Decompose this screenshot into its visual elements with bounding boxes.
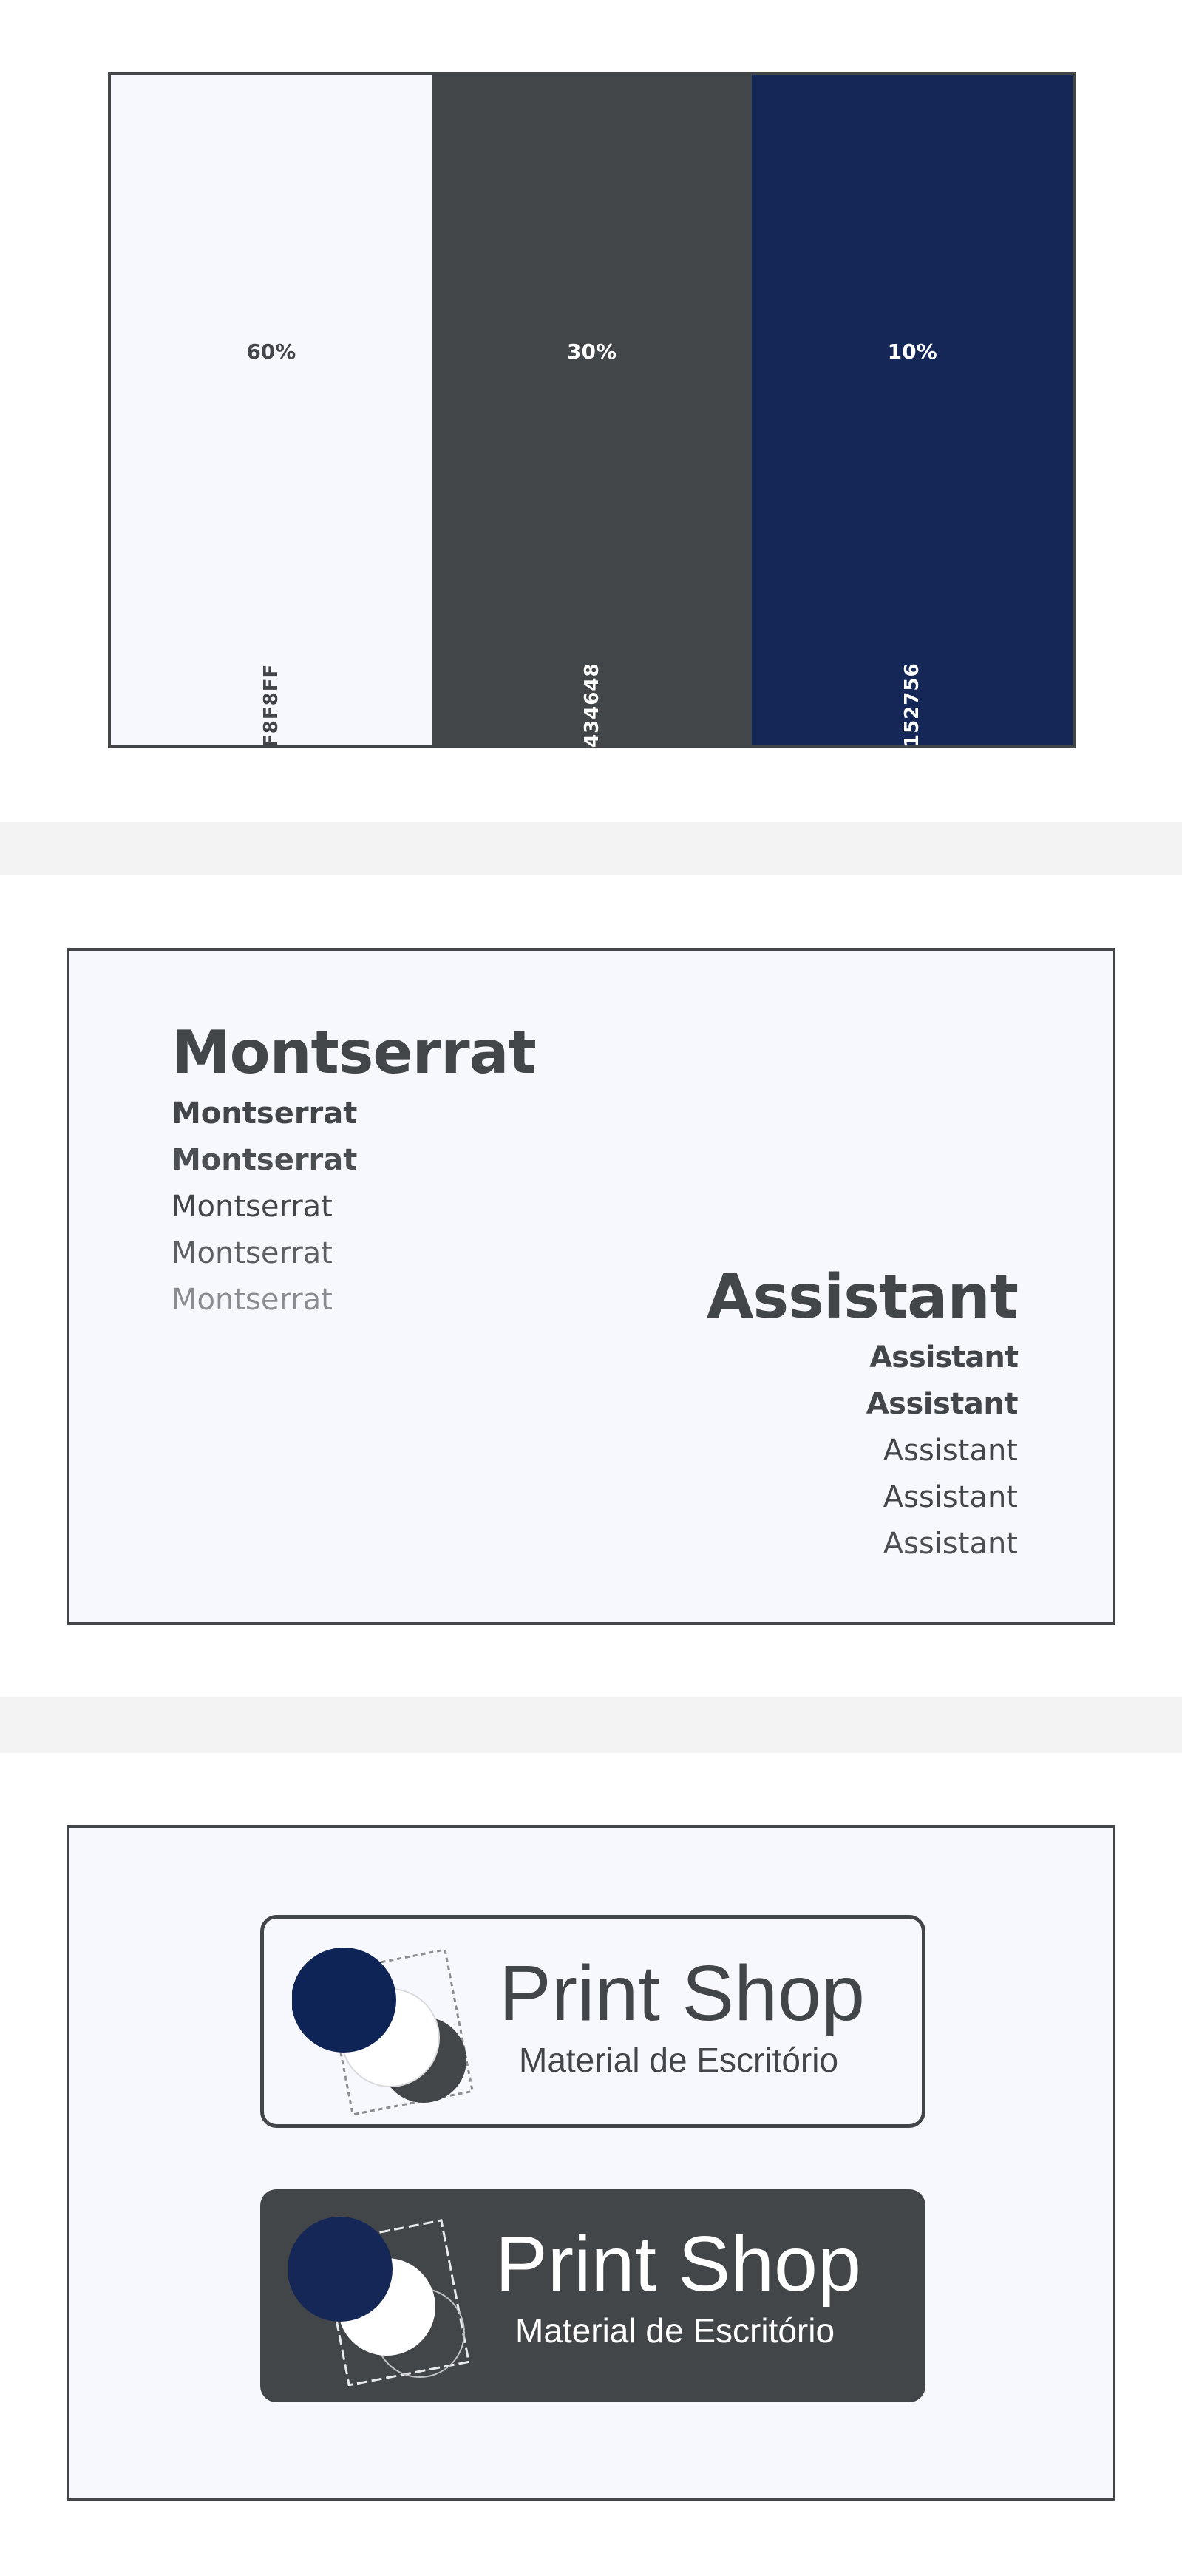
section-divider <box>0 1697 1182 1753</box>
swatch-percent: 10% <box>887 339 937 364</box>
logo-subtitle: Material de Escritório <box>519 2041 839 2079</box>
swatch-60: 60% F8F8FF <box>111 75 432 748</box>
primary-font-sample: Montserrat <box>171 1143 358 1177</box>
primary-font-sample: Montserrat <box>171 1283 333 1317</box>
typography-panel: Montserrat Montserrat Montserrat Montser… <box>67 948 1115 1625</box>
logo-panel: Print Shop Material de Escritório Print … <box>67 1825 1115 2501</box>
logo-mark-icon <box>292 1948 474 2115</box>
logo-title: Print Shop <box>495 2220 861 2308</box>
color-palette: 60% F8F8FF 30% 434648 10% 152756 <box>108 72 1076 748</box>
swatch-hex: 152756 <box>901 662 924 748</box>
secondary-font-sample: Assistant <box>883 1434 1018 1468</box>
swatch-hex: 434648 <box>580 662 603 748</box>
section-divider <box>0 822 1182 875</box>
swatch-percent: 30% <box>566 339 617 364</box>
logo-subtitle: Material de Escritório <box>515 2311 835 2350</box>
primary-font-sample: Montserrat <box>171 1097 358 1131</box>
secondary-font-sample: Assistant <box>866 1387 1019 1421</box>
secondary-font-sample: Assistant <box>869 1340 1019 1375</box>
logo-title: Print Shop <box>499 1950 865 2037</box>
swatch-percent: 60% <box>246 339 296 364</box>
logo-light-variant: Print Shop Material de Escritório <box>260 1915 925 2128</box>
logo-dark-variant: Print Shop Material de Escritório <box>260 2189 925 2402</box>
primary-font-sample: Montserrat <box>171 1190 333 1224</box>
logo-mark-icon <box>288 2217 470 2386</box>
swatch-30: 30% 434648 <box>431 75 753 748</box>
swatch-10: 10% 152756 <box>752 75 1073 748</box>
secondary-font-heading: Assistant <box>706 1262 1019 1332</box>
primary-font-sample: Montserrat <box>171 1236 333 1270</box>
secondary-font-sample: Assistant <box>883 1527 1018 1561</box>
secondary-font-sample: Assistant <box>883 1480 1018 1514</box>
primary-font-heading: Montserrat <box>171 1018 537 1087</box>
swatch-hex: F8F8FF <box>259 663 282 748</box>
